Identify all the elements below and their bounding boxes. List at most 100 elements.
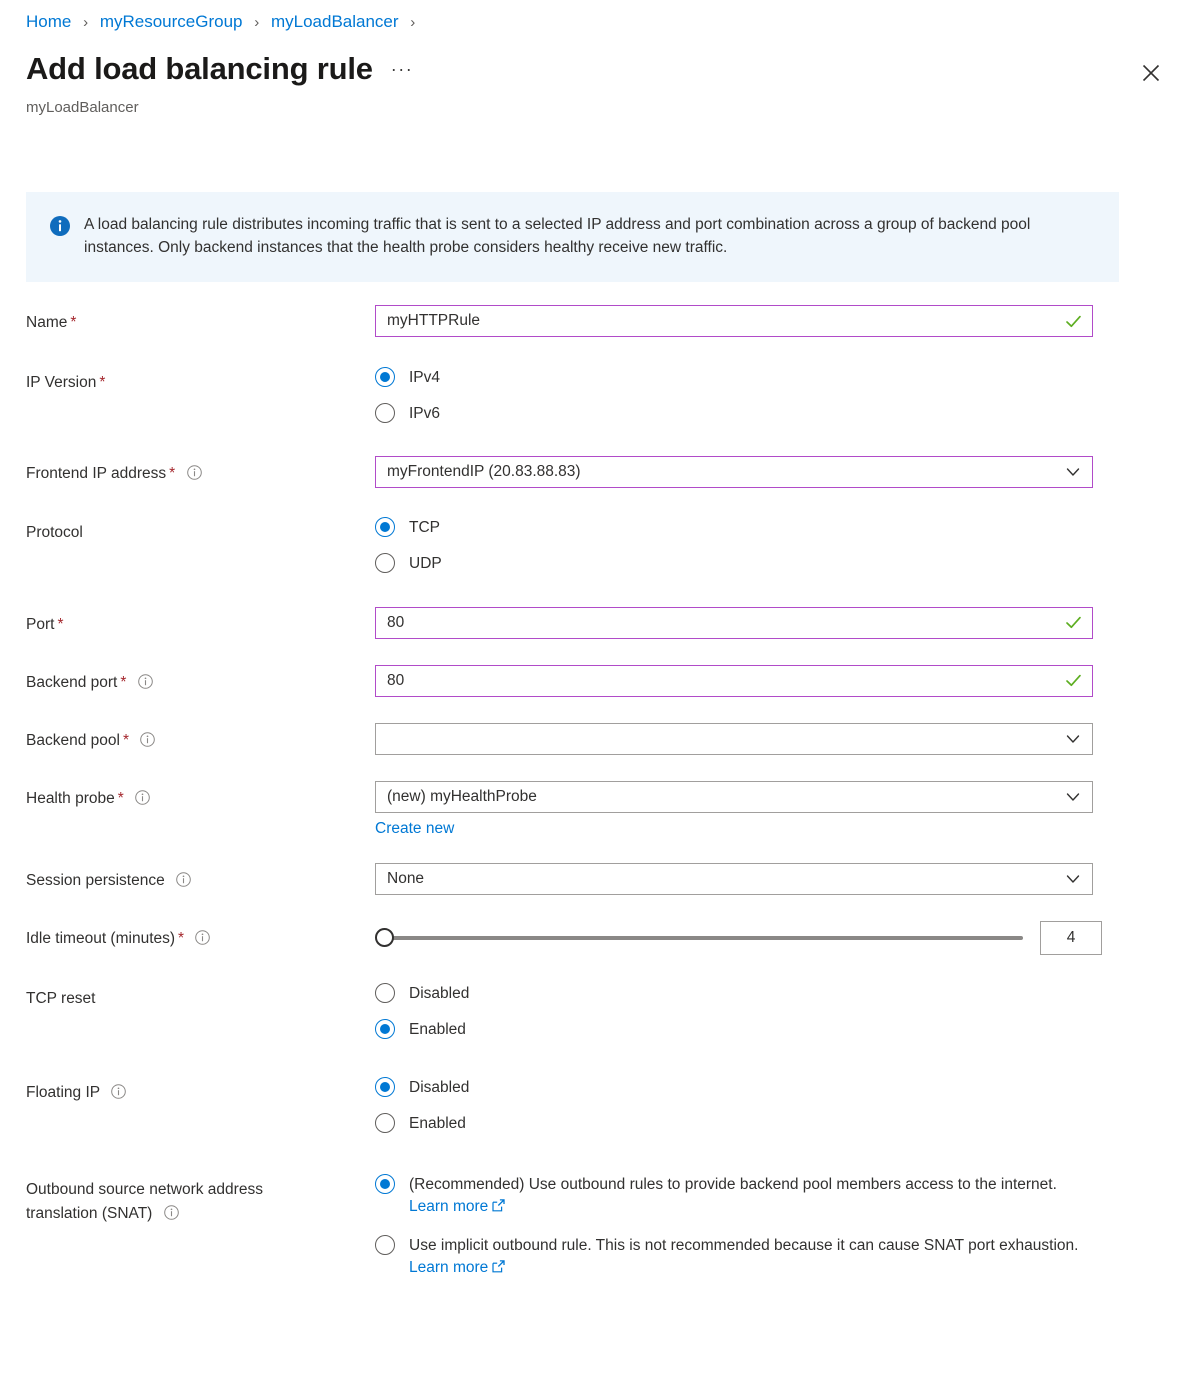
label-frontend-ip: Frontend IP address * — [0, 456, 375, 486]
form-row-ip-version: IP Version * IPv4 IPv6 — [0, 365, 1200, 426]
radio-tcp-reset-enabled[interactable]: Enabled — [375, 1018, 1120, 1041]
radio-floating-ip-enabled[interactable]: Enabled — [375, 1112, 1120, 1135]
label-session-persistence: Session persistence — [0, 863, 375, 893]
required-asterisk: * — [99, 374, 106, 391]
radio-label: Enabled — [409, 1115, 466, 1133]
radio-snat-implicit-rule[interactable]: Use implicit outbound rule. This is not … — [375, 1234, 1120, 1281]
label-frontend-ip-text: Frontend IP address — [26, 464, 167, 482]
radio-dot-icon — [375, 1173, 395, 1194]
idle-timeout-slider[interactable] — [375, 927, 1023, 949]
radio-label: IPv4 — [409, 369, 441, 386]
radio-protocol-tcp[interactable]: TCP — [375, 516, 1120, 539]
more-options-button[interactable]: ··· — [391, 59, 413, 80]
tcp-reset-radio-group: Disabled Enabled — [375, 981, 1120, 1042]
info-tooltip-icon[interactable] — [176, 871, 191, 887]
info-tooltip-icon[interactable] — [186, 464, 202, 480]
floating-ip-radio-group: Disabled Enabled — [375, 1075, 1120, 1136]
info-icon — [50, 216, 70, 236]
form-row-snat: Outbound source network address translat… — [0, 1172, 1200, 1281]
page-subtitle: myLoadBalancer — [26, 99, 139, 116]
radio-tcp-reset-disabled[interactable]: Disabled — [375, 982, 1120, 1005]
protocol-radio-group: TCP UDP — [375, 515, 1120, 576]
page-title: Add load balancing rule — [26, 51, 373, 86]
radio-label-snat-2: Use implicit outbound rule. This is not … — [409, 1234, 1099, 1281]
info-tooltip-icon[interactable] — [135, 789, 150, 805]
form-row-name: Name * myHTTPRule — [0, 305, 1200, 337]
snat-radio-group: (Recommended) Use outbound rules to prov… — [375, 1172, 1120, 1281]
radio-label: Enabled — [409, 1021, 466, 1039]
chevron-down-icon — [1065, 871, 1081, 887]
create-new-health-probe-link[interactable]: Create new — [375, 820, 454, 838]
label-backend-port: Backend port * — [0, 665, 375, 695]
label-idle-timeout: Idle timeout (minutes) * — [0, 921, 375, 951]
backend-port-input[interactable]: 80 — [375, 664, 1093, 697]
radio-label: UDP — [409, 555, 442, 573]
form-row-health-probe: Health probe * (new) myHealthProbe Create… — [0, 780, 1200, 838]
label-health-probe-text: Health probe — [26, 789, 115, 807]
name-input-value: myHTTPRule — [387, 312, 481, 329]
radio-ip-version-ipv4[interactable]: IPv4 — [375, 366, 1120, 389]
form-row-backend-pool: Backend pool * — [0, 722, 1200, 755]
label-tcp-reset: TCP reset — [0, 981, 375, 1011]
required-asterisk: * — [120, 673, 127, 691]
form-row-port: Port * 80 — [0, 606, 1200, 639]
info-tooltip-icon[interactable] — [195, 929, 211, 945]
breadcrumb-item-load-balancer[interactable]: myLoadBalancer — [271, 12, 399, 31]
radio-label-snat-1-text: (Recommended) Use outbound rules to prov… — [409, 1175, 1057, 1193]
backend-port-input-value: 80 — [387, 671, 405, 689]
radio-dot-icon — [375, 403, 395, 424]
radio-floating-ip-disabled[interactable]: Disabled — [375, 1076, 1120, 1099]
session-persistence-dropdown[interactable]: None — [375, 862, 1093, 895]
label-health-probe: Health probe * — [0, 781, 375, 811]
breadcrumb-separator-icon: › — [83, 14, 89, 31]
learn-more-link[interactable]: Learn more — [409, 1259, 488, 1276]
backend-pool-dropdown[interactable] — [375, 722, 1093, 755]
idle-timeout-value-input[interactable]: 4 — [1040, 920, 1102, 955]
form-row-session-persistence: Session persistence None — [0, 862, 1200, 895]
label-name: Name * — [0, 305, 375, 335]
external-link-icon — [492, 1197, 505, 1219]
label-snat-line1: Outbound source network address — [26, 1180, 263, 1198]
health-probe-dropdown[interactable]: (new) myHealthProbe — [375, 780, 1093, 813]
label-backend-pool-text: Backend pool — [26, 731, 120, 749]
info-banner-text: A load balancing rule distributes incomi… — [84, 216, 1031, 256]
idle-timeout-control: 4 — [375, 920, 1120, 955]
session-persistence-value: None — [387, 869, 425, 887]
label-backend-port-text: Backend port — [26, 673, 118, 691]
breadcrumb: Home › myResourceGroup › myLoadBalancer … — [26, 12, 422, 32]
name-input[interactable]: myHTTPRule — [375, 305, 1093, 337]
info-tooltip-icon[interactable] — [137, 673, 153, 689]
breadcrumb-separator-icon: › — [254, 14, 260, 31]
close-button[interactable] — [1135, 57, 1167, 89]
valid-check-icon — [1065, 672, 1082, 689]
radio-dot-icon — [375, 1076, 395, 1097]
form-row-floating-ip: Floating IP Disabled Enabled — [0, 1075, 1200, 1136]
radio-protocol-udp[interactable]: UDP — [375, 552, 1120, 575]
label-tcp-reset-text: TCP reset — [26, 989, 96, 1007]
required-asterisk: * — [70, 314, 77, 331]
slider-thumb[interactable] — [375, 928, 394, 948]
radio-dot-icon — [375, 982, 395, 1003]
info-tooltip-icon[interactable] — [163, 1204, 179, 1220]
label-protocol: Protocol — [0, 515, 375, 545]
breadcrumb-item-home[interactable]: Home — [26, 12, 71, 31]
label-floating-ip-text: Floating IP — [26, 1083, 100, 1101]
label-port-text: Port — [26, 615, 55, 633]
breadcrumb-item-resource-group[interactable]: myResourceGroup — [100, 12, 243, 31]
required-asterisk: * — [57, 615, 64, 633]
radio-label: Disabled — [409, 1078, 470, 1096]
form-row-protocol: Protocol TCP UDP — [0, 515, 1200, 576]
chevron-down-icon — [1065, 464, 1081, 480]
radio-label: TCP — [409, 518, 440, 536]
port-input[interactable]: 80 — [375, 606, 1093, 639]
info-banner: A load balancing rule distributes incomi… — [26, 192, 1119, 282]
frontend-ip-dropdown[interactable]: myFrontendIP (20.83.88.83) — [375, 455, 1093, 488]
chevron-down-icon — [1065, 789, 1081, 805]
info-tooltip-icon[interactable] — [140, 731, 156, 747]
radio-dot-icon — [375, 516, 395, 537]
learn-more-link[interactable]: Learn more — [409, 1198, 488, 1215]
radio-snat-outbound-rules[interactable]: (Recommended) Use outbound rules to prov… — [375, 1173, 1120, 1220]
close-icon — [1142, 64, 1160, 82]
radio-ip-version-ipv6[interactable]: IPv6 — [375, 402, 1120, 425]
info-tooltip-icon[interactable] — [111, 1083, 126, 1099]
